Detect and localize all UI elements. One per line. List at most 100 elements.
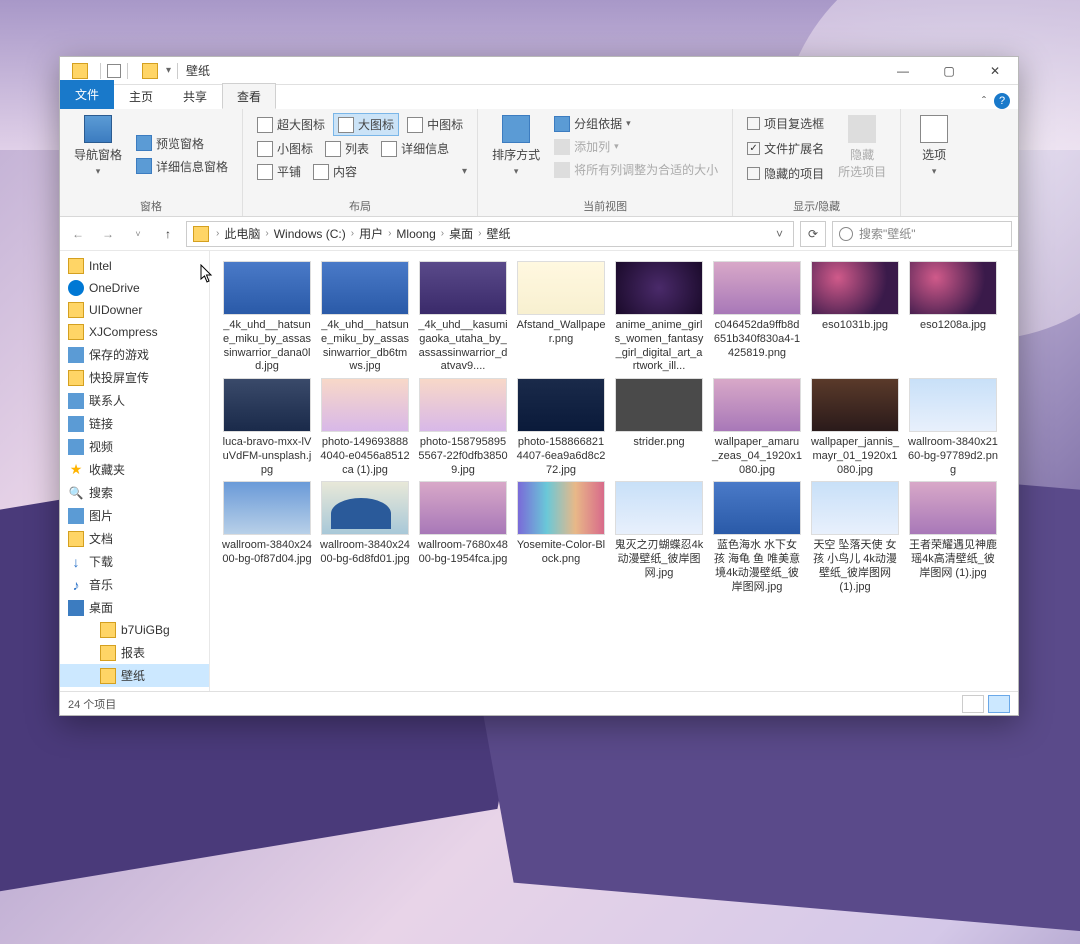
nav-item-5[interactable]: 快投屏宣传 [60, 366, 209, 389]
file-item[interactable]: 鬼灭之刃蝴蝶忍4k动漫壁纸_彼岸图网.jpg [610, 479, 708, 596]
file-item[interactable]: wallpaper_jannis_mayr_01_1920x1080.jpg [806, 376, 904, 479]
file-item[interactable]: eso1031b.jpg [806, 259, 904, 376]
file-item[interactable]: 天空 坠落天使 女孩 小鸟儿 4k动漫壁纸_彼岸图网 (1).jpg [806, 479, 904, 596]
hidden-items-toggle[interactable]: 隐藏的项目 [743, 163, 828, 184]
nav-item-9[interactable]: ★收藏夹 [60, 458, 209, 481]
file-item[interactable]: wallroom-3840x2160-bg-97789d2.png [904, 376, 1002, 479]
cursor-icon [200, 264, 214, 284]
nav-item-7[interactable]: 链接 [60, 412, 209, 435]
nav-tree[interactable]: IntelOneDriveUIDownerXJCompress保存的游戏快投屏宣… [60, 251, 210, 691]
maximize-button[interactable]: ▢ [926, 57, 972, 85]
nav-item-10[interactable]: 🔍搜索 [60, 481, 209, 504]
details-pane-button[interactable]: 详细信息窗格 [132, 156, 232, 177]
nav-item-18[interactable]: 壁纸 [60, 664, 209, 687]
nav-item-6[interactable]: 联系人 [60, 389, 209, 412]
qat-dropdown-icon[interactable]: ▾ [166, 65, 171, 76]
file-item[interactable]: 蓝色海水 水下女孩 海龟 鱼 唯美意境4k动漫壁纸_彼岸图网.jpg [708, 479, 806, 596]
file-item[interactable]: _4k_uhd__hatsune_miku_by_assassinwarrior… [316, 259, 414, 376]
item-checkboxes-toggle[interactable]: 项目复选框 [743, 113, 828, 134]
view-thumbnails-button[interactable] [988, 695, 1010, 713]
nav-item-14[interactable]: ♪音乐 [60, 573, 209, 596]
help-icon[interactable]: ? [994, 93, 1010, 109]
layout-more-icon[interactable]: ▾ [462, 166, 467, 177]
breadcrumb-segment[interactable]: 用户 [359, 225, 383, 242]
layout-details[interactable]: 详细信息 [377, 138, 453, 159]
file-name: luca-bravo-mxx-lVuVdFM-unsplash.jpg [220, 436, 314, 477]
nav-item-16[interactable]: b7UiGBg [60, 619, 209, 641]
file-item[interactable]: wallpaper_amaru_zeas_04_1920x1080.jpg [708, 376, 806, 479]
file-name: strider.png [631, 436, 686, 450]
search-input[interactable]: 搜索"壁纸" [832, 221, 1012, 247]
nav-item-8[interactable]: 视频 [60, 435, 209, 458]
nav-item-15[interactable]: 桌面 [60, 596, 209, 619]
nav-item-0[interactable]: Intel [60, 255, 209, 277]
nav-item-1[interactable]: OneDrive [60, 277, 209, 299]
nav-item-2[interactable]: UIDowner [60, 299, 209, 321]
thumbnail [909, 481, 997, 535]
file-item[interactable]: strider.png [610, 376, 708, 479]
tab-view[interactable]: 查看 [222, 83, 276, 109]
file-item[interactable]: Afstand_Wallpaper.png [512, 259, 610, 376]
hide-selected-button[interactable]: 隐藏 所选项目 [834, 113, 890, 196]
qat-checkbox-icon[interactable] [107, 64, 121, 78]
close-button[interactable]: ✕ [972, 57, 1018, 85]
breadcrumb-segment[interactable]: 桌面 [449, 225, 473, 242]
file-item[interactable]: wallroom-7680x4800-bg-1954fca.jpg [414, 479, 512, 596]
addcolumns-button[interactable]: 添加列▾ [550, 136, 722, 157]
tab-share[interactable]: 共享 [168, 83, 222, 109]
nav-item-13[interactable]: ↓下载 [60, 550, 209, 573]
nav-pane-button[interactable]: 导航窗格 ▾ [70, 113, 126, 196]
breadcrumb-segment[interactable]: Windows (C:) [274, 227, 346, 241]
collapse-ribbon-icon[interactable]: ˆ [982, 94, 986, 108]
minimize-button[interactable]: — [880, 57, 926, 85]
recent-dropdown[interactable]: ˅ [126, 222, 150, 246]
breadcrumb-segment[interactable]: 壁纸 [486, 225, 510, 242]
layout-list[interactable]: 列表 [321, 138, 373, 159]
layout-large[interactable]: 大图标 [333, 113, 399, 136]
file-item[interactable]: luca-bravo-mxx-lVuVdFM-unsplash.jpg [218, 376, 316, 479]
file-name: Yosemite-Color-Block.png [514, 539, 608, 567]
breadcrumb[interactable]: › 此电脑› Windows (C:)› 用户› Mloong› 桌面› 壁纸 … [186, 221, 794, 247]
tab-home[interactable]: 主页 [114, 83, 168, 109]
file-item[interactable]: _4k_uhd__kasumigaoka_utaha_by_assassinwa… [414, 259, 512, 376]
file-ext-toggle[interactable]: ✓文件扩展名 [743, 138, 828, 159]
sizecolumns-button[interactable]: 将所有列调整为合适的大小 [550, 159, 722, 180]
address-dropdown-icon[interactable]: ˅ [770, 227, 789, 241]
file-item[interactable]: photo-1587958955567-22f0dfb38509.jpg [414, 376, 512, 479]
up-button[interactable]: ↑ [156, 222, 180, 246]
groupby-button[interactable]: 分组依据▾ [550, 113, 722, 134]
nav-item-4[interactable]: 保存的游戏 [60, 343, 209, 366]
titlebar[interactable]: ▾ 壁纸 — ▢ ✕ [60, 57, 1018, 85]
view-details-button[interactable] [962, 695, 984, 713]
preview-pane-button[interactable]: 预览窗格 [132, 133, 232, 154]
file-item[interactable]: wallroom-3840x2400-bg-0f87d04.jpg [218, 479, 316, 596]
file-item[interactable]: anime_anime_girls_women_fantasy_girl_dig… [610, 259, 708, 376]
file-item[interactable]: 王者荣耀遇见神鹿瑶4k高清壁纸_彼岸图网 (1).jpg [904, 479, 1002, 596]
file-item[interactable]: c046452da9ffb8d651b340f830a4-1425819.png [708, 259, 806, 376]
layout-tiles[interactable]: 平铺 [253, 161, 305, 182]
thumbnail [713, 261, 801, 315]
file-item[interactable]: _4k_uhd__hatsune_miku_by_assassinwarrior… [218, 259, 316, 376]
nav-item-12[interactable]: 文档 [60, 527, 209, 550]
file-list[interactable]: _4k_uhd__hatsune_miku_by_assassinwarrior… [210, 251, 1018, 691]
file-item[interactable]: Yosemite-Color-Block.png [512, 479, 610, 596]
file-item[interactable]: eso1208a.jpg [904, 259, 1002, 376]
layout-small[interactable]: 小图标 [253, 138, 317, 159]
forward-button[interactable]: → [96, 222, 120, 246]
file-item[interactable]: photo-1588668214407-6ea9a6d8c272.jpg [512, 376, 610, 479]
file-item[interactable]: wallroom-3840x2400-bg-6d8fd01.jpg [316, 479, 414, 596]
breadcrumb-segment[interactable]: Mloong [396, 227, 435, 241]
back-button[interactable]: ← [66, 222, 90, 246]
layout-medium[interactable]: 中图标 [403, 113, 467, 136]
nav-item-3[interactable]: XJCompress [60, 321, 209, 343]
layout-extralarge[interactable]: 超大图标 [253, 113, 329, 136]
tab-file[interactable]: 文件 [60, 80, 114, 109]
nav-item-11[interactable]: 图片 [60, 504, 209, 527]
options-button[interactable]: 选项 ▾ [911, 113, 957, 200]
sort-button[interactable]: 排序方式 ▾ [488, 113, 544, 196]
layout-content[interactable]: 内容 [309, 161, 361, 182]
file-item[interactable]: photo-1496938884040-e0456a8512ca (1).jpg [316, 376, 414, 479]
refresh-button[interactable]: ⟳ [800, 221, 826, 247]
breadcrumb-segment[interactable]: 此电脑 [224, 225, 260, 242]
nav-item-17[interactable]: 报表 [60, 641, 209, 664]
